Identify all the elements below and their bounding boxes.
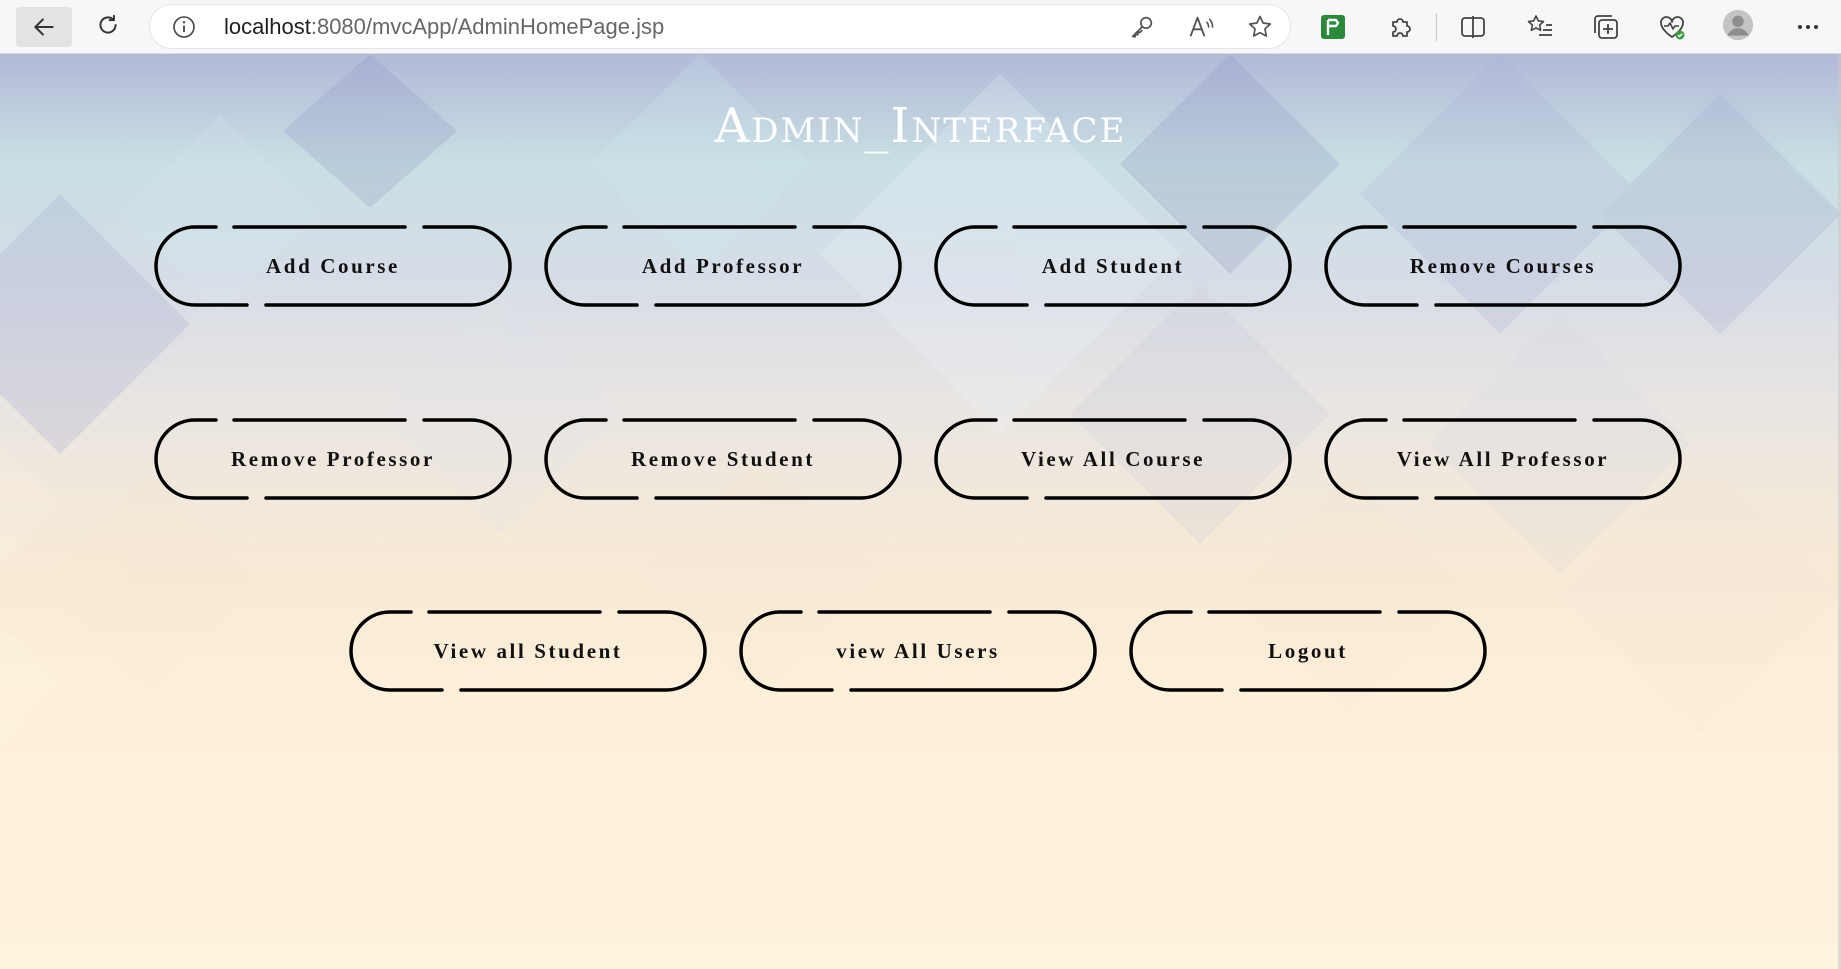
button-label: Remove Student <box>631 447 815 471</box>
view-all-course-button[interactable]: View All Course <box>934 418 1292 500</box>
button-label: View all Student <box>433 639 623 663</box>
toolbar-separator <box>1436 13 1437 41</box>
remove-professor-button[interactable]: Remove Professor <box>154 418 512 500</box>
button-label: Remove Courses <box>1409 254 1597 278</box>
url-text[interactable]: localhost:8080/mvcApp/AdminHomePage.jsp <box>224 5 664 48</box>
more-dots-icon[interactable] <box>1792 11 1824 43</box>
button-label: view All Users <box>836 639 1000 663</box>
read-aloud-icon[interactable] <box>1187 13 1215 41</box>
view-all-users-button[interactable]: view All Users <box>739 610 1097 692</box>
profile-avatar-icon[interactable] <box>1722 9 1758 45</box>
button-label: Remove Professor <box>231 447 435 471</box>
url-host: localhost <box>224 14 311 39</box>
browser-toolbar: localhost:8080/mvcApp/AdminHomePage.jsp <box>0 0 1841 54</box>
page-title: Admin_Interface <box>714 98 1127 154</box>
view-all-student-button[interactable]: View all Student <box>349 610 707 692</box>
page-viewport: Admin_Interface Add Course Add Professor A… <box>0 54 1841 969</box>
back-arrow-icon[interactable] <box>16 7 72 47</box>
reload-icon[interactable] <box>86 7 130 43</box>
add-professor-button[interactable]: Add Professor <box>544 225 902 307</box>
remove-courses-button[interactable]: Remove Courses <box>1324 225 1682 307</box>
green-extension-icon[interactable] <box>1317 11 1349 43</box>
star-icon[interactable] <box>1246 13 1274 41</box>
diamond-background-pattern <box>0 54 1841 744</box>
add-student-button[interactable]: Add Student <box>934 225 1292 307</box>
button-label: View All Course <box>1020 447 1206 471</box>
info-icon[interactable] <box>172 15 196 39</box>
button-label: Logout <box>1268 639 1348 663</box>
favorites-list-icon[interactable] <box>1524 11 1556 43</box>
key-icon[interactable] <box>1128 13 1156 41</box>
button-label: View All Professor <box>1396 447 1610 471</box>
address-bar[interactable]: localhost:8080/mvcApp/AdminHomePage.jsp <box>150 5 1290 48</box>
split-screen-icon[interactable] <box>1457 11 1489 43</box>
logout-button[interactable]: Logout <box>1129 610 1487 692</box>
heart-pulse-icon[interactable] <box>1656 11 1688 43</box>
view-all-professor-button[interactable]: View All Professor <box>1324 418 1682 500</box>
puzzle-icon[interactable] <box>1384 11 1416 43</box>
url-path: :8080/mvcApp/AdminHomePage.jsp <box>310 14 665 39</box>
button-label: Add Course <box>266 254 400 278</box>
button-label: Add Professor <box>641 254 805 278</box>
remove-student-button[interactable]: Remove Student <box>544 418 902 500</box>
button-label: Add Student <box>1041 254 1185 278</box>
add-course-button[interactable]: Add Course <box>154 225 512 307</box>
collections-icon[interactable] <box>1590 11 1622 43</box>
